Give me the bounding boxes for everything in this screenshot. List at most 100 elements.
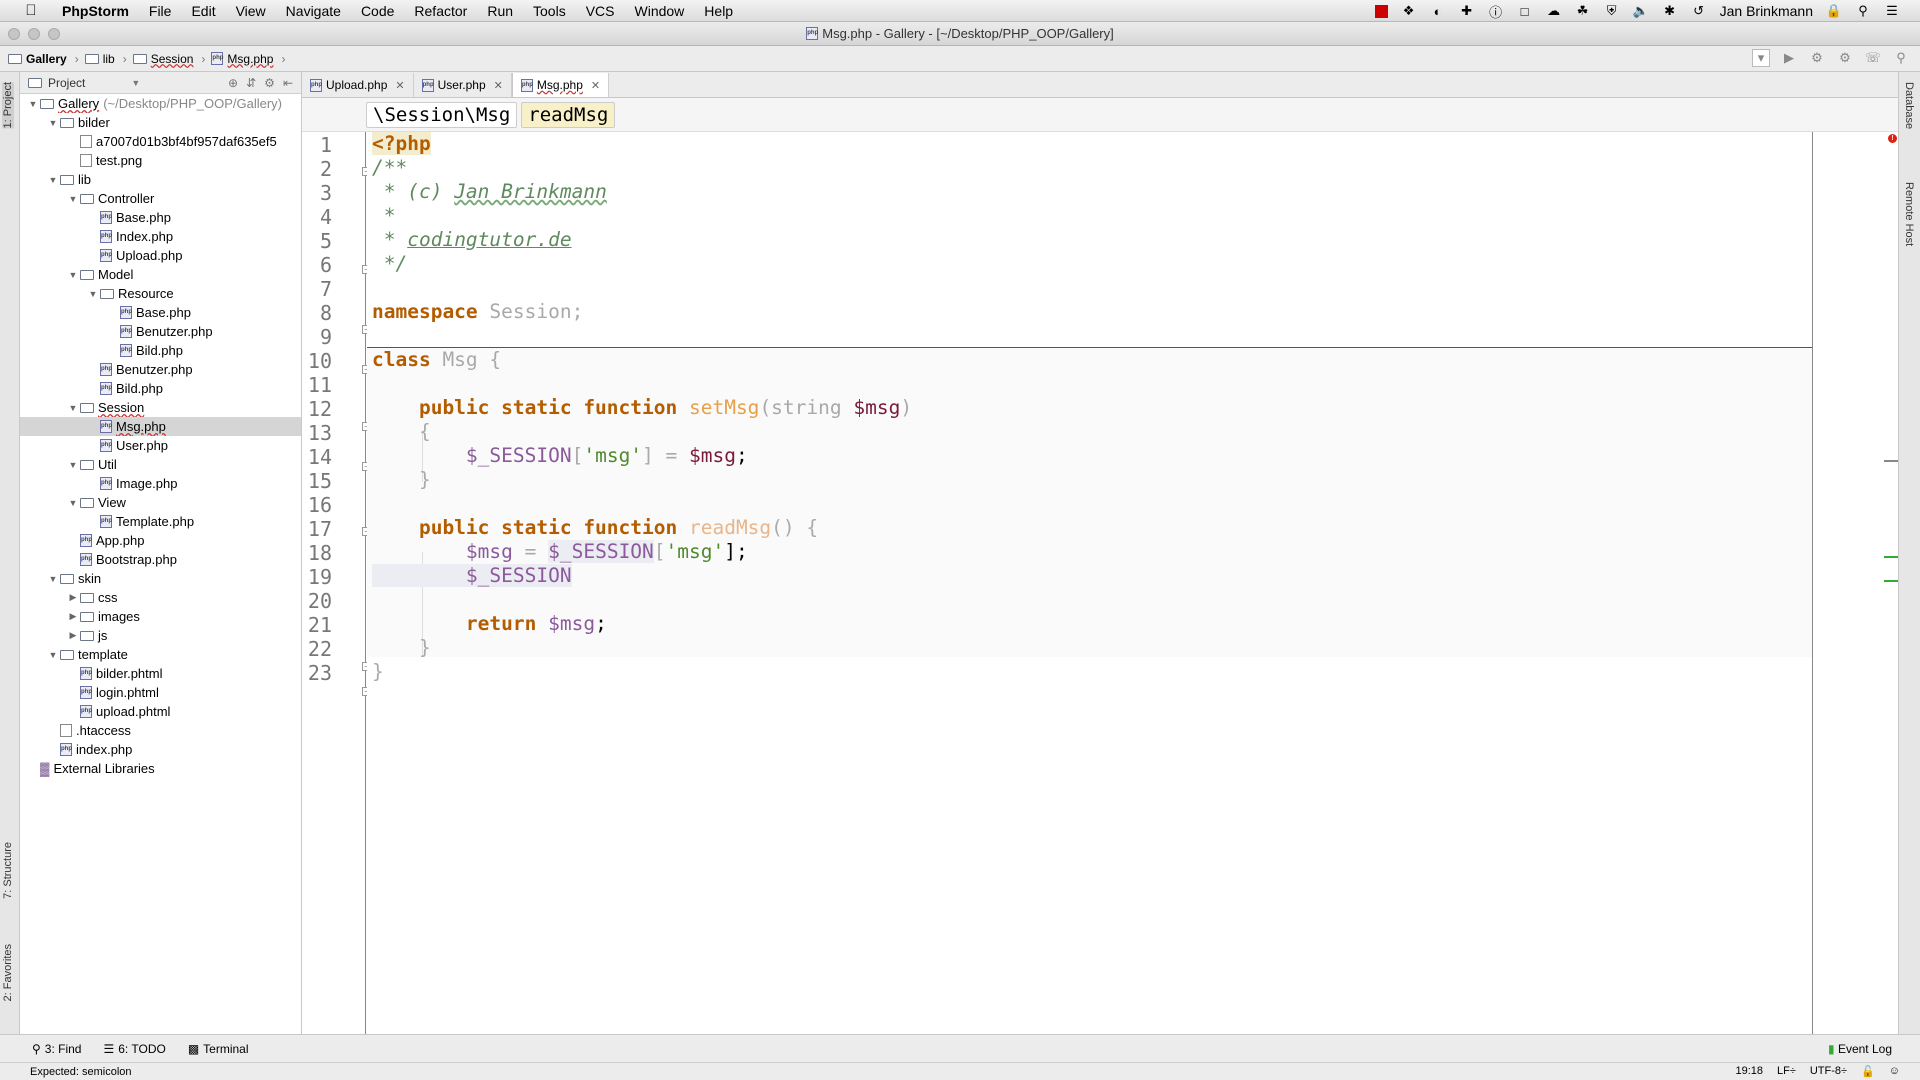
tree-item[interactable]: ▼ View xyxy=(20,493,301,512)
gear-icon[interactable]: ⚙ xyxy=(264,76,275,90)
tree-item[interactable]: ▼ Util xyxy=(20,455,301,474)
scroll-marker[interactable] xyxy=(1884,460,1898,462)
tree-item[interactable]: ▶phpTemplate.php xyxy=(20,512,301,531)
tree-item[interactable]: ▶phpMsg.php xyxy=(20,417,301,436)
coverage-icon[interactable]: ⚙ xyxy=(1836,49,1854,67)
breadcrumb-session[interactable]: Session › xyxy=(132,52,205,66)
tool-project[interactable]: 1: Project xyxy=(2,82,14,129)
tree-item[interactable]: ▶phpBootstrap.php xyxy=(20,550,301,569)
minimize-window-button[interactable] xyxy=(28,28,40,40)
tree-item[interactable]: ▶phpBild.php xyxy=(20,341,301,360)
menu-help[interactable]: Help xyxy=(694,3,743,19)
expand-arrow-icon[interactable]: ▼ xyxy=(46,175,60,185)
scroll-marker-green[interactable] xyxy=(1884,580,1898,582)
tree-item[interactable]: ▶phpUpload.php xyxy=(20,246,301,265)
app-menu[interactable]: PhpStorm xyxy=(52,3,139,19)
tool-terminal[interactable]: ▩ Terminal xyxy=(188,1042,249,1056)
search-everywhere-icon[interactable]: ⚲ xyxy=(1892,49,1910,67)
expand-arrow-icon[interactable]: ▼ xyxy=(66,498,80,508)
tree-item[interactable]: ▶phplogin.phtml xyxy=(20,683,301,702)
tab-user-php[interactable]: php User.php ✕ xyxy=(414,73,512,97)
tree-item[interactable]: ▶phpBenutzer.php xyxy=(20,322,301,341)
menu-file[interactable]: File xyxy=(139,3,182,19)
tree-item[interactable]: ▶phpupload.phtml xyxy=(20,702,301,721)
tree-item[interactable]: ▼ Gallery (~/Desktop/PHP_OOP/Gallery) xyxy=(20,94,301,113)
menu-window[interactable]: Window xyxy=(625,3,695,19)
breadcrumb-msg-php[interactable]: php Msg.php › xyxy=(211,52,285,66)
tree-item[interactable]: ▶phpImage.php xyxy=(20,474,301,493)
menu-tools[interactable]: Tools xyxy=(523,3,576,19)
tree-item[interactable]: ▼ bilder xyxy=(20,113,301,132)
menu-run[interactable]: Run xyxy=(477,3,523,19)
tree-item[interactable]: ▶ css xyxy=(20,588,301,607)
line-separator[interactable]: LF÷ xyxy=(1777,1065,1796,1078)
tree-item[interactable]: ▼ skin xyxy=(20,569,301,588)
tool-favorites[interactable]: 2: Favorites xyxy=(2,944,14,1001)
context-function[interactable]: readMsg xyxy=(521,101,616,128)
tool-find[interactable]: ⚲ 3: Find xyxy=(32,1042,81,1056)
tool-structure[interactable]: 7: Structure xyxy=(2,842,14,899)
evernote-icon[interactable]: ☘ xyxy=(1575,3,1591,19)
cloud-icon[interactable]: ☁ xyxy=(1546,3,1562,19)
expand-arrow-icon[interactable]: ▼ xyxy=(86,289,100,299)
close-icon[interactable]: ✕ xyxy=(395,79,404,92)
run-icon[interactable]: ▶ xyxy=(1780,49,1798,67)
listen-debug-icon[interactable]: ☏ xyxy=(1864,49,1882,67)
record-icon[interactable] xyxy=(1374,4,1388,18)
debug-icon[interactable]: ⚙ xyxy=(1808,49,1826,67)
menu-refactor[interactable]: Refactor xyxy=(404,3,477,19)
tab-msg-php[interactable]: php Msg.php ✕ xyxy=(511,73,610,97)
tree-item[interactable]: ▶▓External Libraries xyxy=(20,759,301,778)
menu-edit[interactable]: Edit xyxy=(181,3,225,19)
close-window-button[interactable] xyxy=(8,28,20,40)
expand-arrow-icon[interactable]: ▼ xyxy=(26,99,40,109)
expand-arrow-icon[interactable]: ▼ xyxy=(66,403,80,413)
zoom-window-button[interactable] xyxy=(48,28,60,40)
menu-navigate[interactable]: Navigate xyxy=(276,3,351,19)
plus-icon[interactable]: ✚ xyxy=(1459,3,1475,19)
tree-item[interactable]: ▶phpApp.php xyxy=(20,531,301,550)
tree-item[interactable]: ▶.htaccess xyxy=(20,721,301,740)
code-editor[interactable]: 💡 <?php /** * (c) Jan Brinkmann * * codi… xyxy=(367,132,1813,1034)
file-encoding[interactable]: UTF-8÷ xyxy=(1810,1065,1847,1078)
expand-arrow-icon[interactable]: ▼ xyxy=(46,118,60,128)
close-icon[interactable]: ✕ xyxy=(591,79,600,92)
sync-icon[interactable]: ◐ xyxy=(1430,3,1446,19)
tool-remote-host[interactable]: Remote Host xyxy=(1903,182,1915,246)
expand-arrow-icon[interactable]: ▼ xyxy=(46,650,60,660)
tree-item[interactable]: ▶phpBild.php xyxy=(20,379,301,398)
tree-item[interactable]: ▼ Session xyxy=(20,398,301,417)
tool-database[interactable]: Database xyxy=(1903,82,1915,129)
tree-item[interactable]: ▼ Resource xyxy=(20,284,301,303)
tree-item[interactable]: ▶ images xyxy=(20,607,301,626)
tree-item[interactable]: ▶test.png xyxy=(20,151,301,170)
scroll-marker-green[interactable] xyxy=(1884,556,1898,558)
spotlight-search-icon[interactable]: ⚲ xyxy=(1855,3,1871,19)
tab-upload-php[interactable]: php Upload.php ✕ xyxy=(302,73,414,97)
chevron-down-icon[interactable]: ▼ xyxy=(131,78,140,88)
tree-item[interactable]: ▶phpbilder.phtml xyxy=(20,664,301,683)
lock-icon[interactable]: 🔓 xyxy=(1861,1065,1875,1078)
shield-icon[interactable]: ⛨ xyxy=(1604,3,1620,19)
breadcrumb-gallery[interactable]: Gallery › xyxy=(8,52,79,66)
tree-item[interactable]: ▶phpIndex.php xyxy=(20,227,301,246)
expand-arrow-icon[interactable]: ▼ xyxy=(46,574,60,584)
tree-item[interactable]: ▼ Model xyxy=(20,265,301,284)
tree-item[interactable]: ▼ template xyxy=(20,645,301,664)
menu-vcs[interactable]: VCS xyxy=(576,3,625,19)
tree-item[interactable]: ▶ js xyxy=(20,626,301,645)
menu-code[interactable]: Code xyxy=(351,3,404,19)
hide-panel-icon[interactable]: ⇤ xyxy=(283,76,293,90)
inspector-icon[interactable]: ☺ xyxy=(1889,1065,1900,1078)
expand-arrow-icon[interactable]: ▼ xyxy=(66,460,80,470)
b-icon[interactable]: □ xyxy=(1517,3,1533,19)
caret-position[interactable]: 19:18 xyxy=(1735,1065,1763,1078)
volume-icon[interactable]: 🔈 xyxy=(1633,3,1649,19)
info-icon[interactable]: ⓘ xyxy=(1488,3,1504,20)
expand-arrow-icon[interactable]: ▼ xyxy=(66,270,80,280)
collapse-arrow-icon[interactable]: ▶ xyxy=(66,592,80,603)
tool-todo[interactable]: ☰ 6: TODO xyxy=(103,1042,165,1056)
user-name[interactable]: Jan Brinkmann xyxy=(1720,3,1813,19)
tree-item[interactable]: ▶phpBenutzer.php xyxy=(20,360,301,379)
tree-item[interactable]: ▶phpBase.php xyxy=(20,303,301,322)
